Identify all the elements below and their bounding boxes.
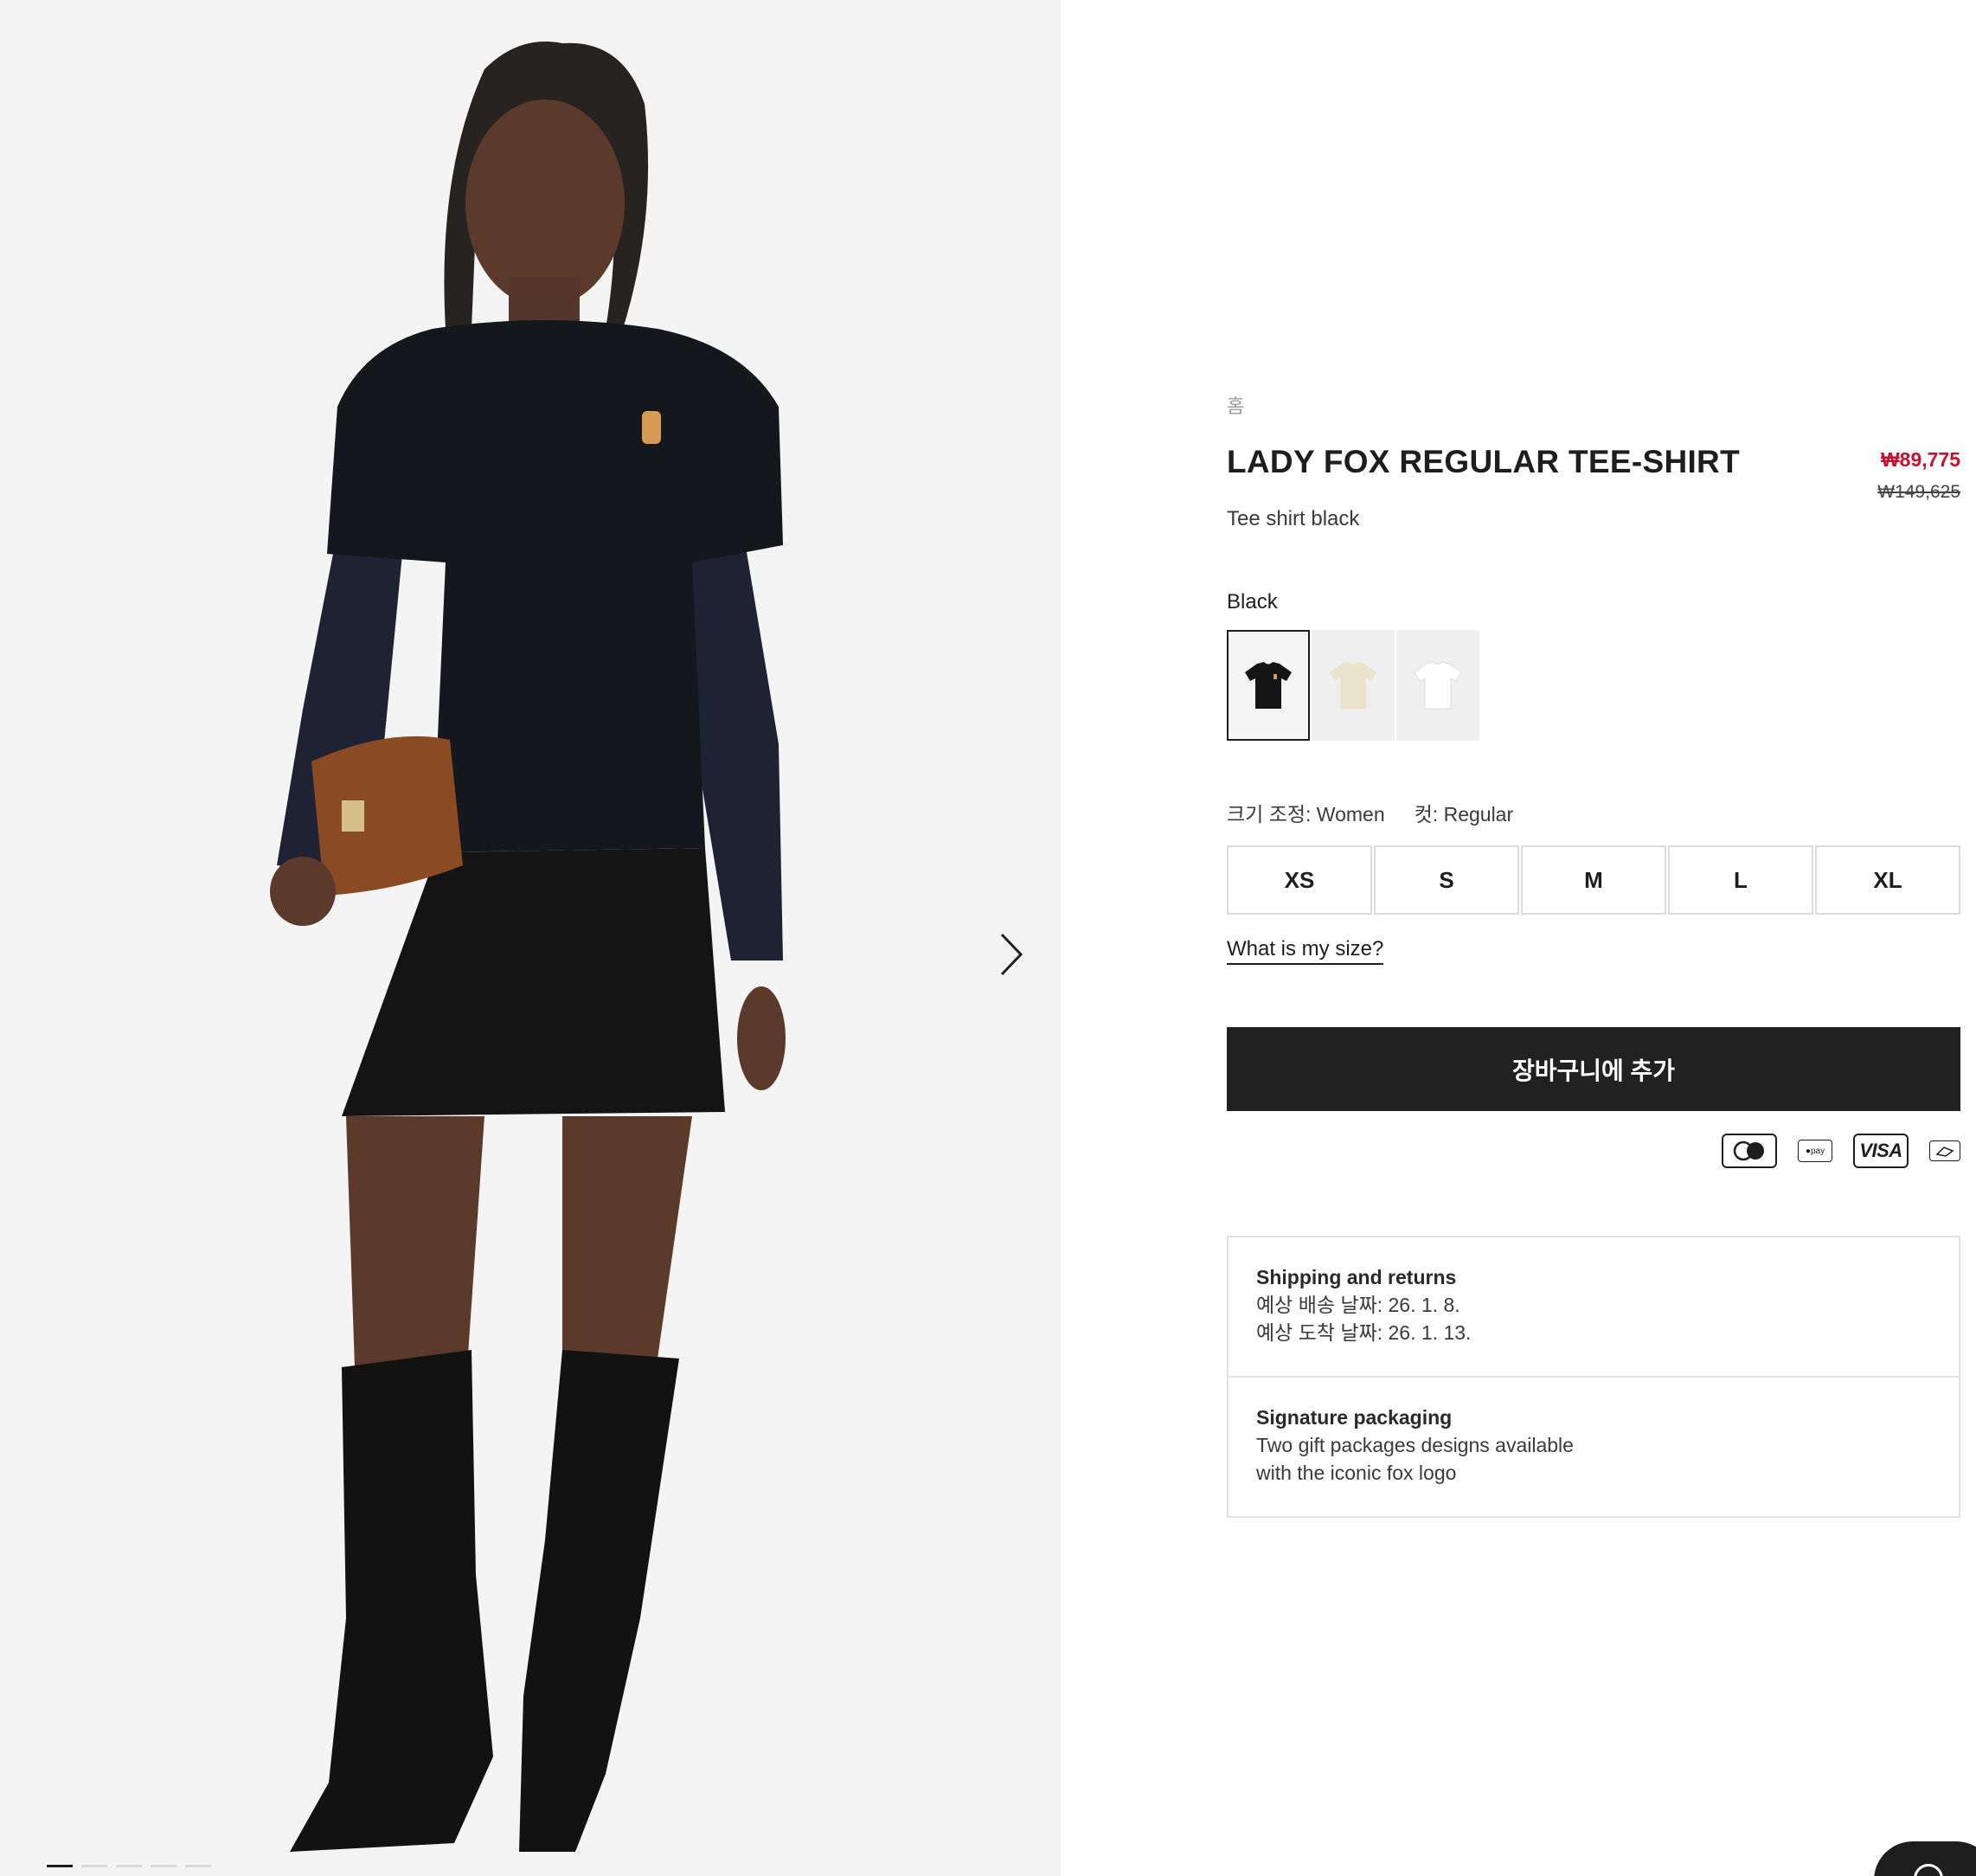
shipping-title: Shipping and returns — [1256, 1266, 1457, 1288]
shipping-date: 예상 배송 날짜: 26. 1. 8. — [1256, 1294, 1460, 1316]
tshirt-white-thumbnail — [1414, 661, 1462, 710]
product-details: 홈 LADY FOX REGULAR TEE-SHIRT ₩89,775 ₩14… — [1227, 0, 1960, 1876]
apple-pay-icon: ●pay — [1798, 1140, 1832, 1162]
selected-color-label: Black — [1227, 590, 1278, 614]
cut-label: 컷: Regular — [1414, 803, 1514, 826]
color-swatch-black[interactable] — [1227, 630, 1310, 741]
mastercard-icon — [1722, 1134, 1777, 1168]
product-subtitle: Tee shirt black — [1227, 507, 1360, 530]
add-to-cart-button[interactable]: 장바구니에 추가 — [1227, 1027, 1960, 1111]
size-option-m[interactable]: M — [1521, 845, 1666, 915]
packaging-text-2: with the iconic fox logo — [1256, 1462, 1457, 1484]
product-title: LADY FOX REGULAR TEE-SHIRT — [1227, 444, 1740, 479]
tshirt-cream-thumbnail — [1330, 662, 1376, 709]
chat-icon — [1914, 1864, 1943, 1876]
info-panel: Shipping and returns 예상 배송 날짜: 26. 1. 8.… — [1227, 1236, 1960, 1518]
size-option-l[interactable]: L — [1668, 845, 1813, 915]
size-selector: XS S M L XL — [1227, 845, 1960, 915]
gallery-dot[interactable] — [185, 1865, 211, 1867]
color-swatch-cream[interactable] — [1312, 630, 1395, 741]
arrival-date: 예상 도착 날짜: 26. 1. 13. — [1256, 1321, 1472, 1344]
packaging-text-1: Two gift packages designs available — [1256, 1434, 1574, 1456]
size-option-xl[interactable]: XL — [1815, 845, 1960, 915]
gallery-dot[interactable] — [116, 1865, 142, 1867]
color-swatches — [1227, 630, 1479, 741]
breadcrumb-home[interactable]: 홈 — [1227, 391, 1244, 419]
shipping-info: Shipping and returns 예상 배송 날짜: 26. 1. 8.… — [1229, 1237, 1959, 1376]
card-icon — [1929, 1140, 1960, 1161]
fit-label: 크기 조정: Women — [1227, 803, 1385, 826]
sale-price: ₩89,775 — [1880, 448, 1960, 471]
product-gallery — [0, 0, 1061, 1876]
size-guide-link[interactable]: What is my size? — [1227, 937, 1384, 965]
gallery-dot[interactable] — [47, 1865, 73, 1867]
color-swatch-white[interactable] — [1396, 630, 1479, 741]
visa-icon: VISA — [1853, 1134, 1909, 1168]
gallery-next-button[interactable] — [991, 931, 1030, 978]
original-price: ₩149,625 — [1877, 482, 1960, 502]
size-option-s[interactable]: S — [1374, 845, 1519, 915]
gallery-dot[interactable] — [81, 1865, 107, 1867]
product-photo — [0, 0, 1061, 1876]
packaging-info: Signature packaging Two gift packages de… — [1229, 1376, 1959, 1516]
packaging-title: Signature packaging — [1256, 1406, 1453, 1429]
size-option-xs[interactable]: XS — [1227, 845, 1372, 915]
tshirt-black-thumbnail — [1245, 662, 1292, 709]
gallery-pagination — [47, 1865, 211, 1867]
payment-methods: ●pay VISA — [1722, 1134, 1960, 1168]
size-meta: 크기 조정: Women 컷: Regular — [1227, 798, 1513, 827]
gallery-dot[interactable] — [151, 1865, 176, 1867]
chevron-right-icon — [1000, 933, 1023, 976]
